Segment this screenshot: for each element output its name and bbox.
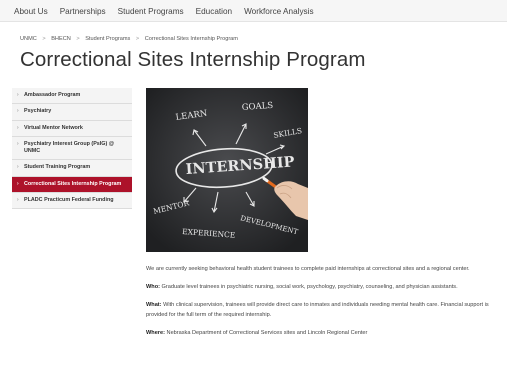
sidebar-item-label: Student Training Program bbox=[24, 164, 91, 171]
chalkboard-illustration: LEARN GOALS SKILLS INTERNSHIP MENTOR DEV… bbox=[146, 88, 308, 252]
where-paragraph: Where: Nebraska Department of Correction… bbox=[146, 329, 498, 338]
chevron-right-icon: › bbox=[17, 108, 19, 115]
intro-paragraph: We are currently seeking behavioral heal… bbox=[146, 266, 470, 272]
what-text: With clinical supervision, trainees will… bbox=[146, 302, 489, 318]
nav-workforce-analysis[interactable]: Workforce Analysis bbox=[244, 7, 313, 16]
chevron-right-icon: › bbox=[17, 180, 19, 187]
sidebar-item-label: PLADC Practicum Federal Funding bbox=[24, 197, 114, 204]
who-text: Graduate level trainees in psychiatric n… bbox=[159, 284, 458, 291]
nav-student-programs[interactable]: Student Programs bbox=[118, 7, 184, 16]
what-paragraph: What: With clinical supervision, trainee… bbox=[146, 301, 498, 319]
sidebar-item-label: Psychiatry Interest Group (PsIG) @ UNMC bbox=[24, 140, 115, 155]
breadcrumb-separator: > bbox=[42, 36, 46, 42]
breadcrumb-link-unmc[interactable]: UNMC bbox=[20, 36, 37, 42]
who-paragraph: Who: Graduate level trainees in psychiat… bbox=[146, 283, 498, 292]
nav-partnerships[interactable]: Partnerships bbox=[60, 7, 106, 16]
sidebar-item-ambassador-program[interactable]: › Ambassador Program bbox=[12, 88, 132, 105]
sidebar-item-label: Psychiatry bbox=[24, 108, 52, 115]
nav-about-us[interactable]: About Us bbox=[14, 7, 48, 16]
sidebar-item-label: Ambassador Program bbox=[24, 92, 81, 98]
chevron-right-icon: › bbox=[17, 124, 19, 131]
chevron-right-icon: › bbox=[17, 164, 19, 171]
internship-chalkboard-image: LEARN GOALS SKILLS INTERNSHIP MENTOR DEV… bbox=[146, 88, 308, 252]
what-label: What: bbox=[146, 302, 162, 309]
chevron-right-icon: › bbox=[17, 140, 19, 147]
breadcrumb-link-student-programs[interactable]: Student Programs bbox=[85, 36, 130, 42]
sidebar-item-correctional-sites-internship[interactable]: › Correctional Sites Internship Program bbox=[12, 176, 132, 194]
sidebar-item-pladc-practicum[interactable]: › PLADC Practicum Federal Funding bbox=[12, 193, 132, 210]
page-title: Correctional Sites Internship Program bbox=[20, 48, 366, 71]
sidebar-item-student-training-program[interactable]: › Student Training Program bbox=[12, 160, 132, 177]
sidebar-item-psychiatry[interactable]: › Psychiatry bbox=[12, 104, 132, 121]
sidebar-item-virtual-mentor-network[interactable]: › Virtual Mentor Network bbox=[12, 121, 132, 137]
where-text: Nebraska Department of Correctional Serv… bbox=[164, 329, 368, 336]
who-label: Who: bbox=[146, 284, 160, 291]
breadcrumb-current: Correctional Sites Internship Program bbox=[144, 36, 238, 42]
chevron-right-icon: › bbox=[17, 92, 19, 98]
breadcrumb-separator: > bbox=[135, 36, 140, 42]
sidebar-item-psychiatry-interest-group[interactable]: › Psychiatry Interest Group (PsIG) @ UNM… bbox=[12, 137, 132, 161]
sidebar-nav: › Ambassador Program › Psychiatry › Virt… bbox=[12, 88, 132, 210]
chevron-right-icon: › bbox=[17, 197, 19, 204]
top-navigation: About Us Partnerships Student Programs E… bbox=[0, 0, 507, 22]
where-label: Where: bbox=[146, 329, 165, 336]
main-content: We are currently seeking behavioral heal… bbox=[146, 265, 498, 347]
sidebar-item-label: Correctional Sites Internship Program bbox=[24, 180, 122, 187]
sidebar-item-label: Virtual Mentor Network bbox=[24, 124, 83, 131]
nav-education[interactable]: Education bbox=[196, 7, 232, 16]
breadcrumb-separator: > bbox=[76, 36, 80, 42]
breadcrumb: UNMC > BHECN > Student Programs > Correc… bbox=[20, 36, 238, 42]
breadcrumb-link-bhecn[interactable]: BHECN bbox=[51, 36, 71, 42]
